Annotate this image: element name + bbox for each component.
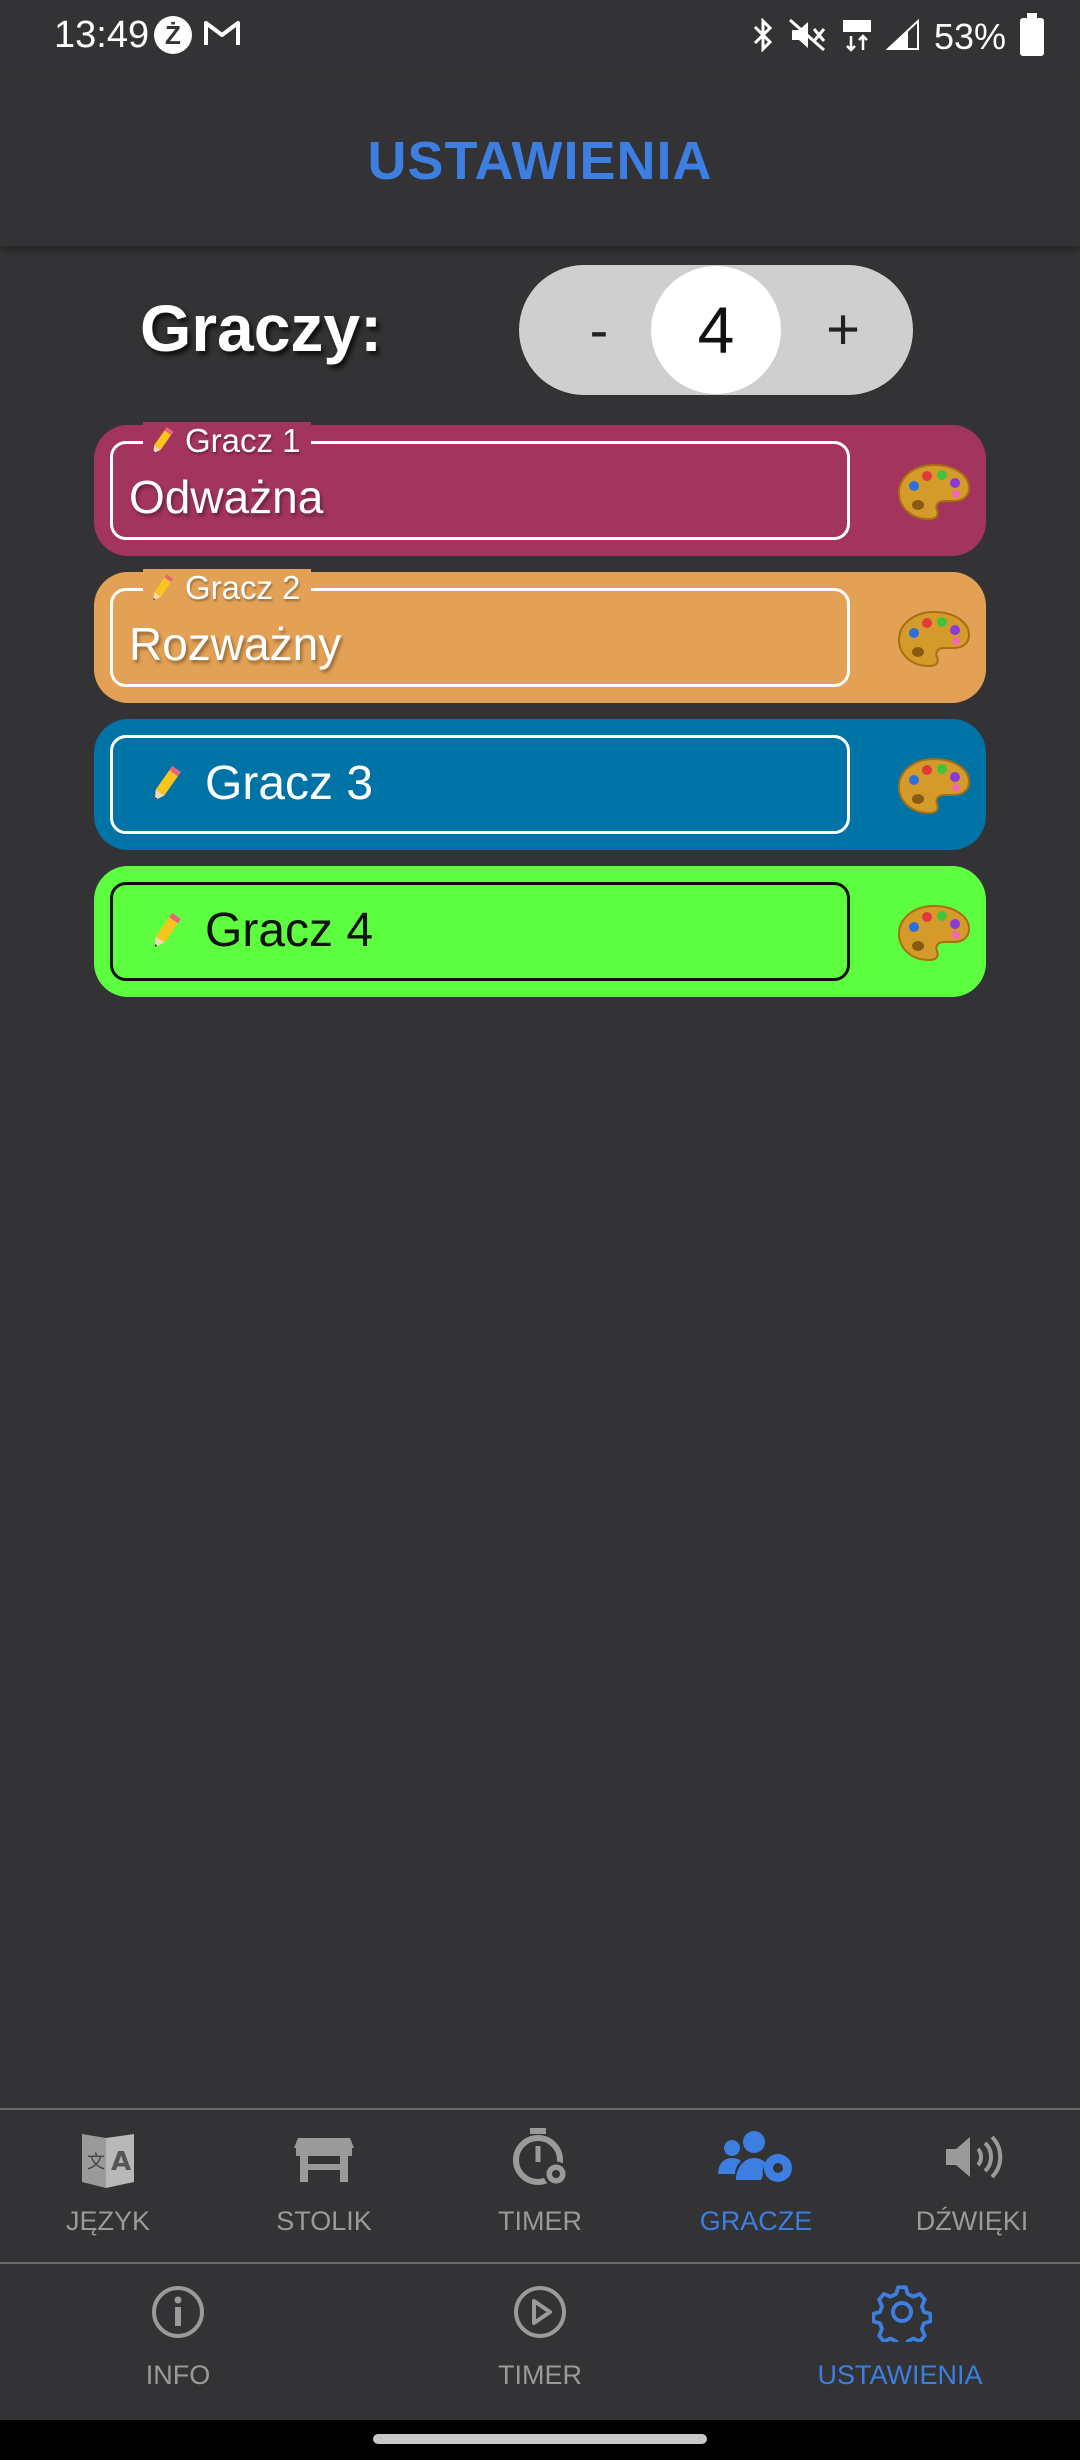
player-3-name-field[interactable]: Gracz 3 [110, 735, 850, 834]
player-2-label: Gracz 2 [185, 569, 301, 606]
sub-nav-timer-label: TIMER [498, 2206, 582, 2236]
system-nav-bar [0, 2420, 1080, 2460]
player-2-name: Rozważny [129, 618, 342, 670]
color-palette-icon[interactable] [896, 608, 972, 670]
color-palette-icon[interactable] [896, 461, 972, 523]
color-palette-icon[interactable] [896, 902, 972, 964]
app-bar: USTAWIENIA [0, 76, 1080, 246]
nav-timer-label: TIMER [498, 2360, 582, 2390]
svg-text:文: 文 [87, 2152, 105, 2173]
decrease-players-button[interactable]: - [559, 289, 639, 369]
player-card-3: Gracz 3 [94, 719, 986, 850]
pencil-icon [154, 765, 181, 800]
pencil-icon [153, 427, 174, 454]
sub-nav-stolik-label: STOLIK [276, 2206, 372, 2236]
pencil-icon [153, 574, 174, 601]
table-icon [294, 2138, 354, 2182]
player-card-4: Gracz 4 [94, 866, 986, 997]
player-1-name-field[interactable]: Gracz 1 Odważna [110, 422, 850, 540]
speaker-icon [946, 2135, 1003, 2179]
lte-icon [842, 18, 872, 57]
sub-nav-jezyk-label: JĘZYK [65, 2206, 151, 2236]
players-count-label: Graczy: [140, 291, 383, 365]
mute-icon [788, 18, 828, 57]
main-bottom-nav: INFO TIMER USTAWIENIA [0, 2262, 1080, 2420]
nav-ustawienia[interactable]: USTAWIENIA [800, 2264, 1000, 2418]
player-1-name: Odważna [129, 471, 324, 523]
nav-info-label: INFO [145, 2360, 211, 2390]
battery-icon [1020, 13, 1044, 56]
sub-nav-gracze-label: GRACZE [699, 2206, 813, 2236]
player-2-name-field[interactable]: Gracz 2 Rozważny [110, 569, 850, 687]
sub-nav-gracze[interactable]: GRACZE [668, 2110, 844, 2264]
increase-players-button[interactable]: + [803, 289, 883, 369]
status-bar: 13:49 Ż 53% [0, 0, 1080, 76]
gear-icon [872, 2285, 932, 2342]
nav-info[interactable]: INFO [88, 2264, 268, 2418]
language-icon: 文 A [82, 2134, 134, 2188]
stopwatch-gear-icon [513, 2128, 569, 2187]
sub-nav-jezyk[interactable]: 文 A JĘZYK [20, 2110, 196, 2264]
sub-nav-dzwieki-label: DŹWIĘKI [915, 2206, 1029, 2236]
nav-ustawienia-label: USTAWIENIA [817, 2360, 983, 2390]
users-gear-icon [718, 2131, 792, 2182]
player-3-label: Gracz 3 [205, 757, 374, 810]
sub-nav-stolik[interactable]: STOLIK [236, 2110, 412, 2264]
player-4-name-field[interactable]: Gracz 4 [110, 882, 850, 981]
nav-timer[interactable]: TIMER [450, 2264, 630, 2418]
play-icon [514, 2286, 566, 2338]
settings-sub-nav: 文 A JĘZYK STOLIK TIMER GRACZE DŹWIĘKI [0, 2108, 1080, 2266]
sub-nav-timer[interactable]: TIMER [452, 2110, 628, 2264]
player-4-label: Gracz 4 [205, 904, 374, 957]
players-count-value: 4 [651, 266, 781, 394]
pencil-icon [154, 912, 181, 947]
player-card-1: Gracz 1 Odważna [94, 422, 986, 556]
gmail-icon [202, 17, 242, 54]
home-gesture-handle[interactable] [373, 2434, 707, 2444]
status-time: 13:49 [54, 14, 150, 56]
svg-text:A: A [111, 2147, 131, 2177]
bluetooth-icon [752, 16, 774, 57]
info-icon [152, 2286, 204, 2338]
sub-nav-dzwieki[interactable]: DŹWIĘKI [884, 2110, 1060, 2264]
battery-percent: 53% [933, 16, 1006, 57]
player-1-label: Gracz 1 [185, 422, 301, 459]
signal-icon [885, 18, 920, 56]
color-palette-icon[interactable] [896, 755, 972, 817]
players-count-stepper: - 4 + [519, 265, 913, 395]
player-card-2: Gracz 2 Rozważny [94, 569, 986, 703]
page-title: USTAWIENIA [367, 131, 713, 191]
app-notification-icon: Ż [154, 16, 192, 54]
